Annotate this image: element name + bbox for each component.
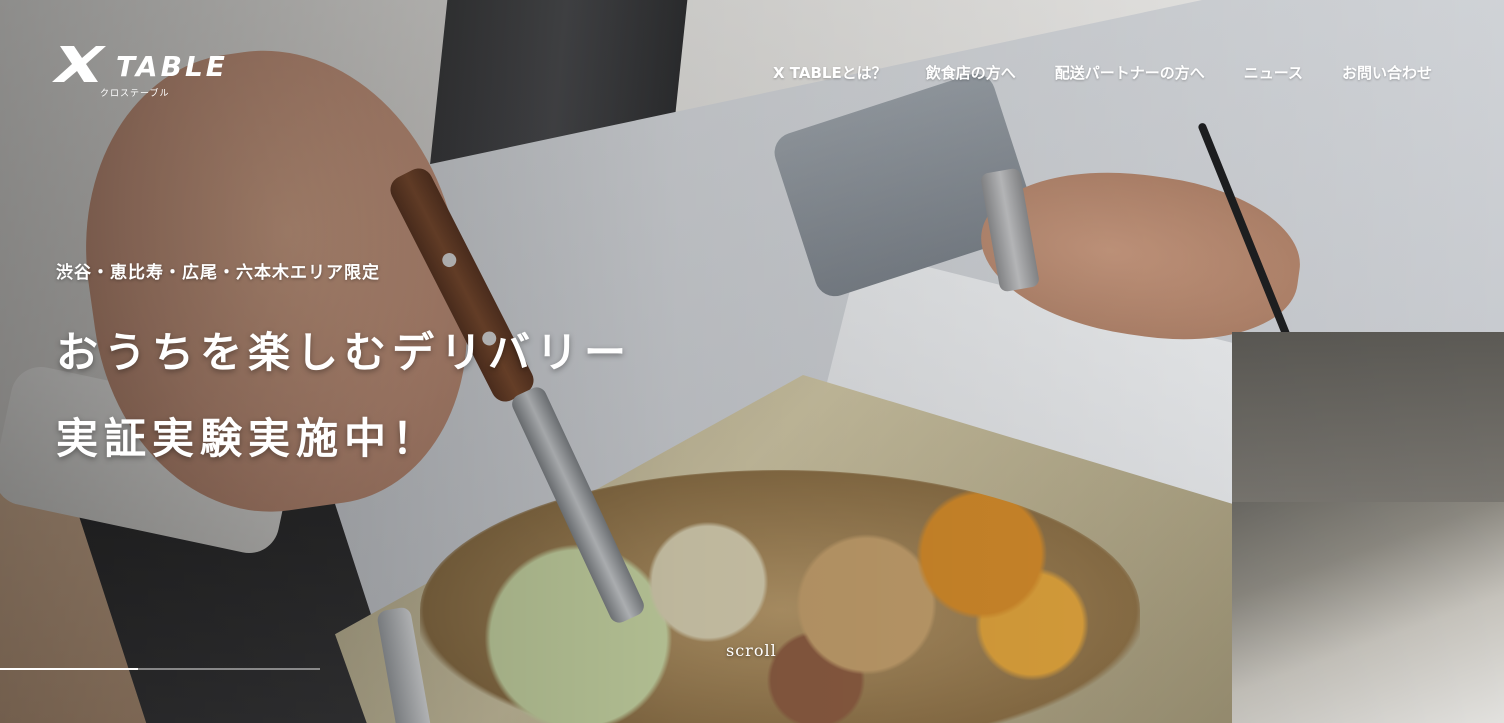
scroll-indicator[interactable]: scroll <box>726 641 777 660</box>
nav-item-delivery-partners[interactable]: 配送パートナーの方へ <box>1055 62 1205 83</box>
nav-item-about[interactable]: X TABLEとは？ <box>773 62 887 83</box>
logo-text: TABLE <box>116 50 228 83</box>
nav-item-news[interactable]: ニュース <box>1244 62 1303 83</box>
x-logo-icon <box>52 46 106 82</box>
scroll-progress-fill <box>0 668 138 670</box>
hero-headline-line1: おうちを楽しむデリバリー <box>56 328 633 377</box>
nav-item-restaurants[interactable]: 飲食店の方へ <box>926 62 1016 83</box>
logo-subtext: クロステーブル <box>100 89 170 99</box>
hero-eyebrow: 渋谷・恵比寿・広尾・六本木エリア限定 <box>56 263 380 283</box>
site-logo[interactable]: TABLE クロステーブル <box>52 44 232 100</box>
hero-headline: おうちを楽しむデリバリー 実証実験実施中！ <box>56 310 632 482</box>
main-nav: X TABLEとは？ 飲食店の方へ 配送パートナーの方へ ニュース お問い合わせ <box>773 62 1432 83</box>
hero-headline-line2: 実証実験実施中！ <box>56 414 441 463</box>
nav-item-contact[interactable]: お問い合わせ <box>1342 62 1432 83</box>
scroll-progress-track <box>0 668 320 670</box>
